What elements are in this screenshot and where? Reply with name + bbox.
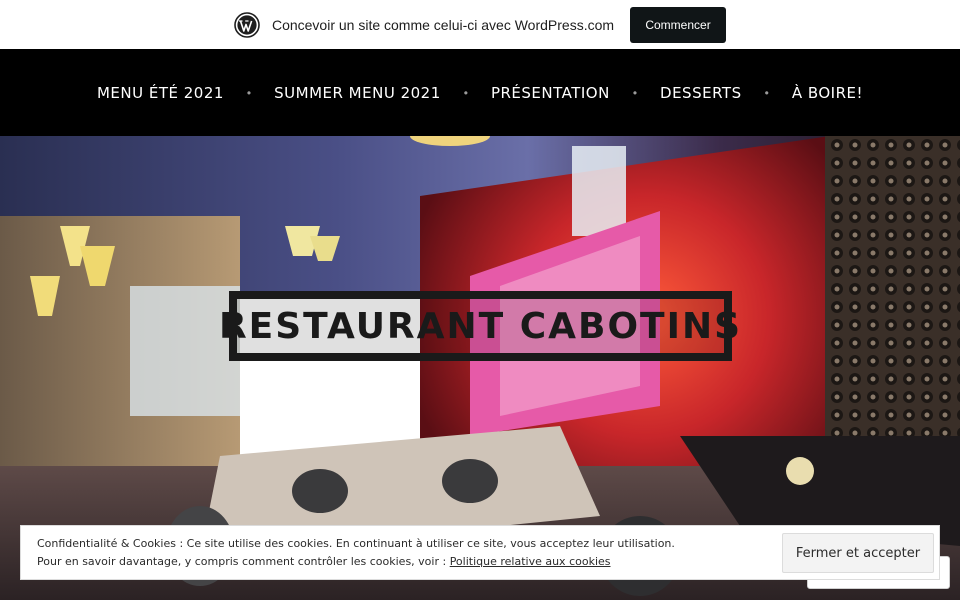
nav-item-desserts[interactable]: DESSERTS (660, 84, 742, 102)
cookie-banner: Confidentialité & Cookies : Ce site util… (20, 525, 940, 580)
nav-separator: • (246, 85, 252, 100)
cookie-line-1: Confidentialité & Cookies : Ce site util… (37, 536, 675, 550)
main-navigation: MENU ÉTÉ 2021 • SUMMER MENU 2021 • PRÉSE… (0, 49, 960, 136)
wordpress-logo-icon[interactable] (234, 11, 260, 38)
cookie-text: Confidentialité & Cookies : Ce site util… (21, 535, 766, 571)
site-title[interactable]: RESTAURANT CABOTINS (219, 306, 742, 347)
site-title-box[interactable]: RESTAURANT CABOTINS (219, 291, 740, 361)
nav-item-menu-ete-2021[interactable]: MENU ÉTÉ 2021 (97, 84, 224, 102)
start-button[interactable]: Commencer (630, 6, 727, 43)
nav-item-a-boire[interactable]: À BOIRE! (792, 84, 863, 102)
nav-separator: • (764, 85, 769, 100)
cookie-policy-link[interactable]: Politique relative aux cookies (450, 555, 611, 568)
wordpress-promo-bar: Concevoir un site comme celui-ci avec Wo… (0, 0, 960, 49)
wordpress-promo-text: Concevoir un site comme celui-ci avec Wo… (271, 16, 615, 33)
nav-separator: • (463, 85, 468, 100)
cookie-line-2: Pour en savoir davantage, y compris comm… (37, 553, 766, 571)
close-and-accept-button[interactable]: Fermer et accepter (782, 533, 934, 573)
nav-item-presentation[interactable]: PRÉSENTATION (491, 84, 610, 102)
nav-separator: • (632, 85, 638, 100)
cookie-line-2-text: Pour en savoir davantage, y compris comm… (37, 554, 450, 568)
nav-item-summer-menu-2021[interactable]: SUMMER MENU 2021 (274, 84, 441, 102)
